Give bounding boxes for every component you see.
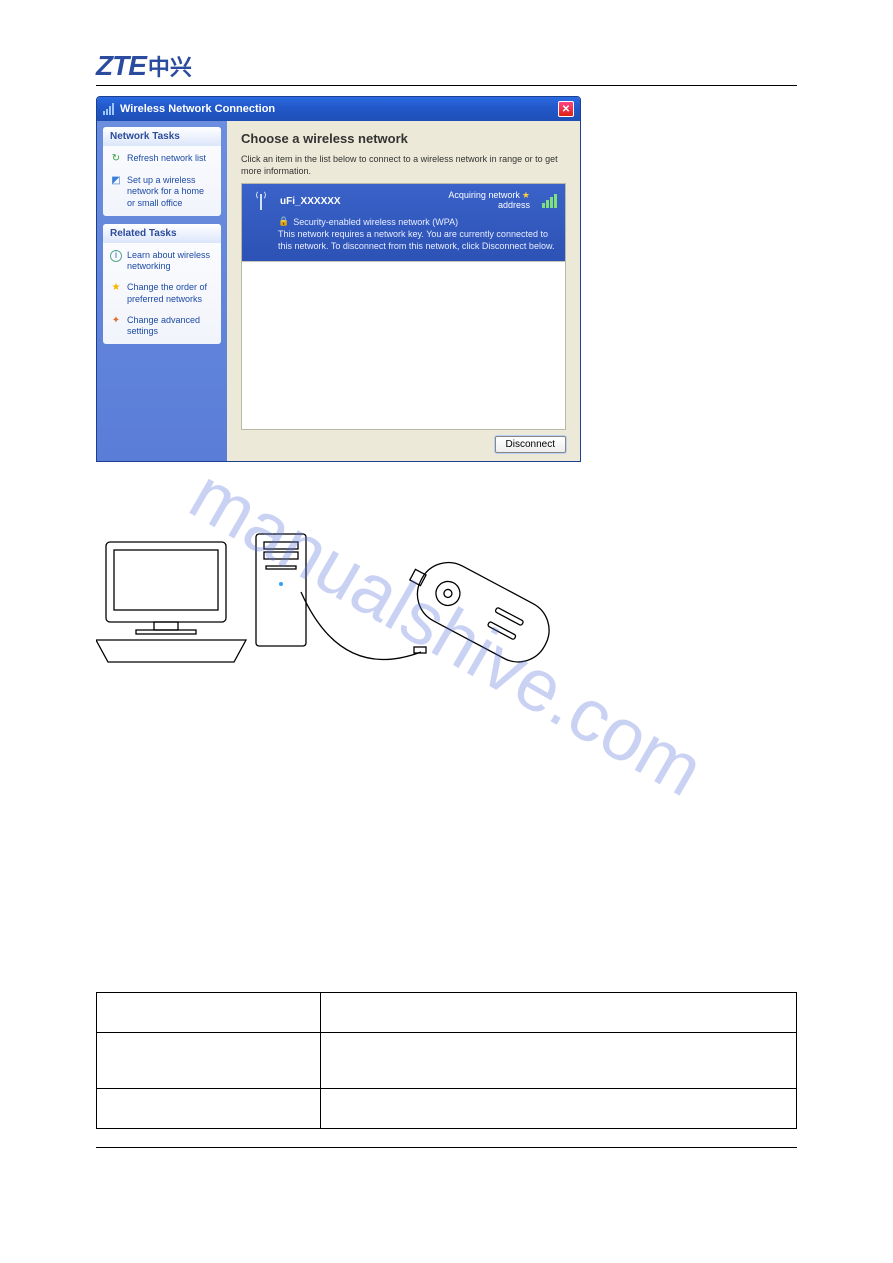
window-title: Wireless Network Connection (120, 103, 275, 115)
choose-network-subtitle: Click an item in the list below to conne… (241, 154, 566, 177)
related-tasks-panel: Related Tasks i Learn about wireless net… (103, 224, 221, 345)
footer-divider (96, 1147, 797, 1148)
tasks-sidebar: Network Tasks ↻ Refresh network list ◩ S… (97, 121, 227, 461)
logo-cn-text: 中兴 (148, 50, 192, 82)
network-ssid: uFi_XXXXXX (280, 196, 440, 207)
antenna-icon (250, 190, 272, 212)
disconnect-button[interactable]: Disconnect (495, 436, 566, 453)
refresh-network-list-link[interactable]: ↻ Refresh network list (103, 148, 221, 170)
network-list[interactable]: uFi_XXXXXX Acquiring network★ address 🔒 (241, 183, 566, 430)
table-row (97, 1089, 797, 1129)
choose-network-heading: Choose a wireless network (241, 131, 566, 146)
related-tasks-heading: Related Tasks (103, 224, 221, 243)
close-icon: ✕ (562, 104, 570, 115)
star-icon: ★ (110, 282, 122, 294)
pc-tower-icon (256, 534, 306, 646)
close-button[interactable]: ✕ (558, 101, 574, 117)
window-titlebar[interactable]: Wireless Network Connection ✕ (97, 97, 580, 121)
network-status: Acquiring network★ address (448, 191, 530, 211)
pc-to-device-figure (96, 532, 576, 712)
advanced-label: Change advanced settings (127, 315, 214, 338)
signal-strength-icon (542, 194, 557, 208)
main-pane: Choose a wireless network Click an item … (227, 121, 580, 461)
order-label: Change the order of preferred networks (127, 282, 214, 305)
keyboard-icon (96, 640, 246, 662)
empty-table (96, 992, 797, 1129)
logo-zte-text: ZTE (96, 50, 146, 82)
refresh-label: Refresh network list (127, 153, 206, 164)
network-description: This network requires a network key. You… (278, 229, 557, 252)
lock-icon: 🔒 (278, 216, 289, 227)
network-tasks-panel: Network Tasks ↻ Refresh network list ◩ S… (103, 127, 221, 216)
learn-label: Learn about wireless networking (127, 250, 214, 273)
info-icon: i (110, 250, 122, 262)
wireless-signal-icon (103, 103, 115, 115)
setup-icon: ◩ (110, 175, 122, 187)
advanced-icon: ✦ (110, 315, 122, 327)
mobile-device-icon (398, 547, 560, 672)
refresh-icon: ↻ (110, 153, 122, 165)
usb-cable-icon (301, 592, 421, 660)
header-divider (96, 85, 797, 86)
wireless-dialog-window: Wireless Network Connection ✕ Network Ta… (96, 96, 581, 462)
advanced-settings-link[interactable]: ✦ Change advanced settings (103, 310, 221, 343)
setup-network-link[interactable]: ◩ Set up a wireless network for a home o… (103, 170, 221, 214)
learn-wireless-link[interactable]: i Learn about wireless networking (103, 245, 221, 278)
change-order-link[interactable]: ★ Change the order of preferred networks (103, 277, 221, 310)
setup-label: Set up a wireless network for a home or … (127, 175, 214, 209)
table-row (97, 993, 797, 1033)
network-item-selected[interactable]: uFi_XXXXXX Acquiring network★ address 🔒 (242, 184, 565, 261)
network-security-label: Security-enabled wireless network (WPA) (293, 217, 458, 227)
network-tasks-heading: Network Tasks (103, 127, 221, 146)
zte-logo: ZTE 中兴 (96, 50, 797, 82)
favorite-star-icon: ★ (522, 190, 530, 200)
table-row (97, 1033, 797, 1089)
